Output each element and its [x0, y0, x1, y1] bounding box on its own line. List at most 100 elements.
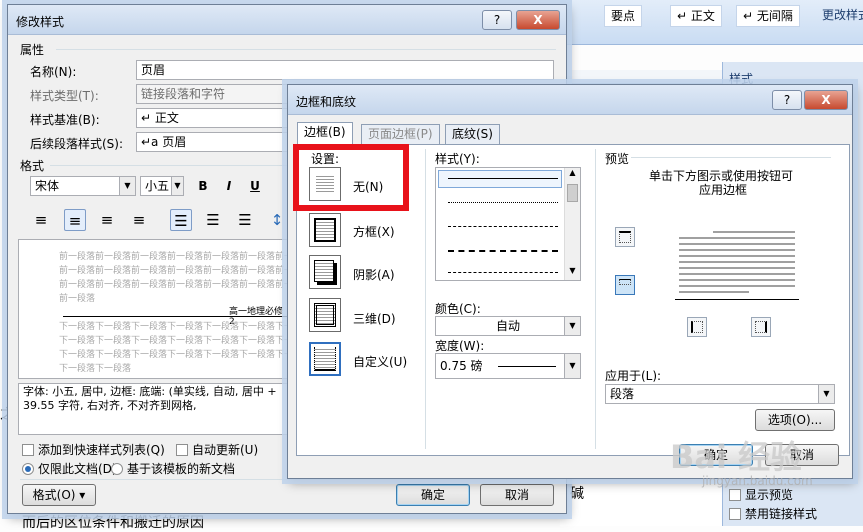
preview-line — [679, 261, 795, 263]
justify-icon[interactable]: ≡ — [128, 209, 150, 231]
auto-update-option[interactable]: 自动更新(U) — [176, 441, 258, 458]
quick-style-zhengwen[interactable]: ↵ 正文 — [670, 5, 722, 27]
ruler — [560, 70, 730, 84]
line-dotted[interactable] — [448, 202, 558, 203]
checkbox[interactable] — [22, 444, 34, 456]
middle-border-icon — [619, 279, 631, 285]
based-on-value: 正文 — [154, 111, 179, 125]
disable-linked-styles-option[interactable]: 禁用链接样式 — [729, 505, 817, 522]
new-documents-option[interactable]: 基于该模板的新文档 — [111, 460, 235, 477]
preview-line — [679, 267, 795, 269]
line-spacing-15-icon[interactable]: ☰ — [202, 209, 224, 231]
preview-line — [679, 279, 795, 281]
width-value: 0.75 磅 — [440, 359, 483, 373]
color-value: 自动 — [495, 319, 520, 333]
add-to-quick-style-option[interactable]: 添加到快速样式列表(Q) — [22, 441, 165, 458]
help-button[interactable]: ? — [482, 10, 512, 30]
tab-shading[interactable]: 底纹(S) — [445, 124, 500, 144]
setting-box-label[interactable]: 方框(X) — [353, 223, 395, 240]
preview-line — [679, 249, 795, 251]
checkbox[interactable] — [176, 444, 188, 456]
single-spacing-icon[interactable]: ☰ — [170, 209, 192, 231]
preview-label: 预览 — [605, 152, 630, 166]
options-button[interactable]: 选项(O)... — [755, 409, 835, 431]
line-dashed[interactable] — [448, 250, 558, 252]
change-styles-button[interactable]: 更改样式 — [816, 5, 863, 27]
style-description: 字体: 小五, 居中, 边框: 底端: (单实线, 自动, 居中 + 39.55… — [18, 383, 290, 435]
line-solid[interactable] — [448, 178, 558, 179]
chevron-down-icon[interactable]: ▼ — [171, 177, 183, 195]
add-to-quick-label: 添加到快速样式列表(Q) — [38, 443, 165, 457]
align-right-icon[interactable]: ≡ — [96, 209, 118, 231]
middle-border-button[interactable] — [615, 275, 635, 295]
checkbox[interactable] — [729, 508, 741, 520]
apply-to-select[interactable]: 段落 ▼ — [605, 384, 835, 404]
top-border-button[interactable] — [615, 227, 635, 247]
new-docs-label: 基于该模板的新文档 — [127, 462, 236, 476]
setting-3d-label[interactable]: 三维(D) — [353, 310, 396, 327]
scrollbar[interactable]: ▲ ▼ — [564, 168, 580, 280]
align-center-icon[interactable]: ≡ — [64, 209, 86, 231]
scroll-up-icon[interactable]: ▲ — [565, 168, 580, 182]
show-preview-option[interactable]: 显示预览 — [729, 486, 793, 503]
setting-shadow-icon[interactable] — [309, 255, 341, 289]
only-this-document-option[interactable]: 仅限此文档(D) — [22, 460, 117, 477]
align-left-icon[interactable]: ≡ — [30, 209, 52, 231]
3d-glyph — [314, 303, 336, 327]
size-value: 小五 — [145, 179, 170, 193]
spacing-arrows-icon[interactable]: ↕ — [266, 209, 288, 231]
ok-button[interactable]: 确定 — [396, 484, 470, 506]
setting-box-icon[interactable] — [309, 213, 341, 247]
line-dash-dot[interactable] — [448, 272, 558, 273]
double-spacing-icon[interactable]: ☰ — [234, 209, 256, 231]
cancel-button[interactable]: 取消 — [480, 484, 554, 506]
chevron-down-icon[interactable]: ▼ — [564, 317, 580, 335]
checkbox[interactable] — [729, 489, 741, 501]
quick-style-wujiange[interactable]: ↵ 无间隔 — [736, 5, 800, 27]
radio[interactable] — [22, 463, 34, 475]
paragraph-mark-icon: ↵ — [743, 9, 757, 23]
based-on-label: 样式基准(B): — [30, 113, 100, 127]
preview-line — [679, 237, 795, 239]
scroll-thumb[interactable] — [567, 184, 578, 202]
chevron-down-icon[interactable]: ▼ — [119, 177, 135, 195]
scroll-down-icon[interactable]: ▼ — [565, 266, 580, 280]
close-button[interactable]: X — [516, 10, 560, 30]
italic-button[interactable]: I — [220, 177, 238, 195]
bold-button[interactable]: B — [194, 177, 212, 195]
preview-line — [679, 291, 749, 293]
doc-fragment: 而后的区位条件和搬迁的原因 — [22, 515, 204, 531]
divider — [631, 157, 831, 158]
style-type-label: 样式类型(T): — [30, 89, 99, 103]
tab-borders[interactable]: 边框(B) — [297, 122, 353, 145]
left-border-button[interactable] — [687, 317, 707, 337]
chevron-down-icon[interactable]: ▼ — [818, 385, 834, 403]
next-style-value: 页眉 — [162, 135, 187, 149]
setting-custom-label[interactable]: 自定义(U) — [353, 353, 407, 370]
line-style-list[interactable]: ▲ ▼ — [435, 167, 581, 281]
right-border-button[interactable] — [751, 317, 771, 337]
quick-style-yaodian[interactable]: 要点 — [604, 5, 643, 27]
preview-after-line: 下一段落下一段落下一段落下一段落下一段落下一段落下一段落 — [59, 322, 290, 332]
color-select[interactable]: 自动 ▼ — [435, 316, 581, 336]
border-preview-diagram[interactable] — [675, 223, 799, 305]
quick-style-wujiange-label: 无间隔 — [756, 9, 793, 23]
font-select[interactable]: 宋体 ▼ — [30, 176, 136, 196]
format-menu-button[interactable]: 格式(O) ▾ — [22, 484, 96, 506]
setting-shadow-label[interactable]: 阴影(A) — [353, 266, 395, 283]
linked-style-icon: ↵a — [141, 135, 163, 149]
paragraph-mark-icon: ↵ — [677, 9, 691, 23]
name-field[interactable]: 页眉 — [136, 60, 554, 80]
radio[interactable] — [111, 463, 123, 475]
setting-3d-icon[interactable] — [309, 298, 341, 332]
width-select[interactable]: 0.75 磅 ▼ — [435, 353, 581, 379]
line-dashed-small[interactable] — [448, 226, 558, 227]
tab-page-border[interactable]: 页面边框(P) — [361, 124, 440, 144]
underline-button[interactable]: U — [246, 177, 264, 195]
selected-line-style[interactable] — [438, 170, 562, 188]
setting-custom-icon[interactable] — [309, 342, 341, 376]
chevron-down-icon[interactable]: ▼ — [564, 354, 580, 378]
size-select[interactable]: 小五 ▼ — [140, 176, 184, 196]
divider — [56, 49, 556, 50]
width-label: 宽度(W): — [435, 339, 485, 353]
